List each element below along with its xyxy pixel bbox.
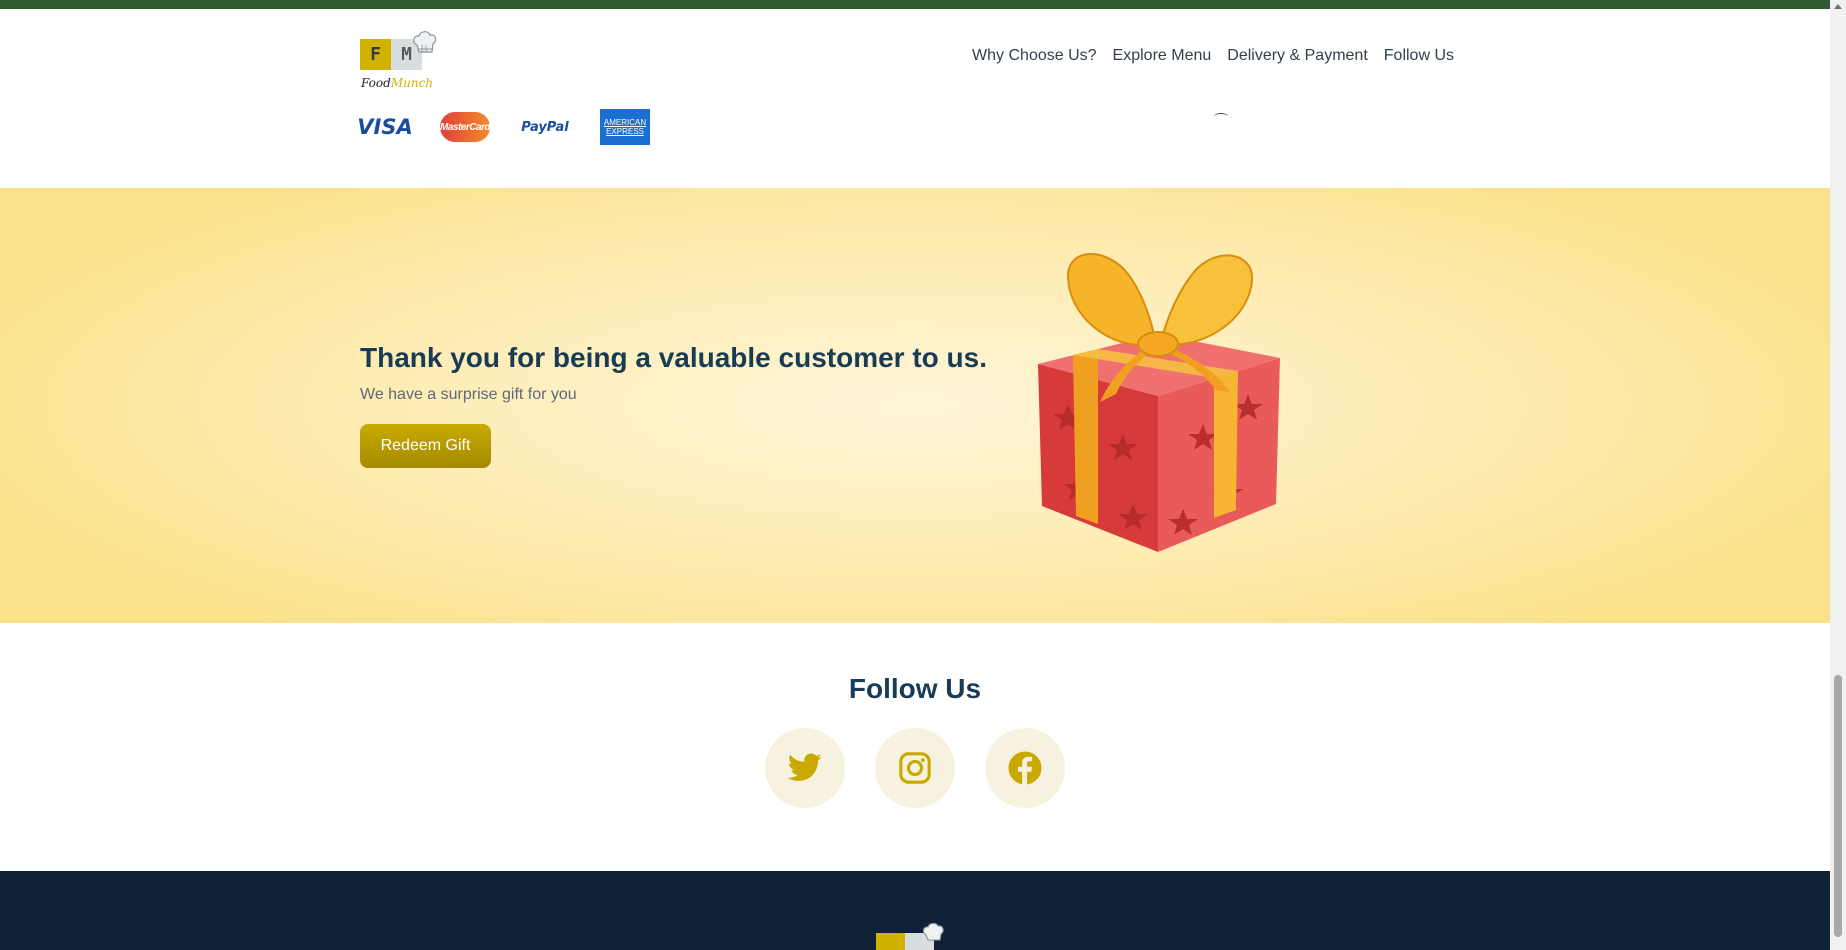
scroll-up-arrow-icon[interactable] <box>1834 4 1842 9</box>
gift-heading: Thank you for being a valuable customer … <box>360 342 988 373</box>
footer-logo <box>876 922 944 950</box>
gift-banner: Thank you for being a valuable customer … <box>0 188 1830 623</box>
mastercard-logo: MasterCard <box>440 112 491 142</box>
amex-logo: AMERICAN EXPRESS <box>600 109 650 145</box>
social-icons-row <box>765 728 1065 808</box>
gift-subtext: We have a surprise gift for you <box>360 386 577 403</box>
brand-name-food: Food <box>361 76 391 90</box>
brand-name-munch: Munch <box>390 76 434 90</box>
amex-line2: EXPRESS <box>606 127 644 136</box>
logo-letter-f: F <box>360 39 391 70</box>
brand-logo[interactable]: F M FoodMunch <box>360 28 450 102</box>
chef-hat-icon <box>413 31 437 53</box>
gift-box-image <box>1038 253 1280 552</box>
nav-links: Why Choose Us? Explore Menu Delivery & P… <box>964 47 1462 65</box>
redeem-gift-button[interactable]: Redeem Gift <box>360 424 491 468</box>
facebook-icon <box>1008 751 1042 785</box>
payment-logos: VISA MasterCard PayPal AMERICAN EXPRESS <box>357 109 680 145</box>
top-accent-bar <box>0 0 1830 9</box>
footer <box>0 871 1830 950</box>
nav-link-follow-us[interactable]: Follow Us <box>1376 47 1462 65</box>
page-scrollbar[interactable] <box>1830 0 1846 950</box>
instagram-button[interactable] <box>875 728 955 808</box>
follow-us-section: Follow Us <box>0 623 1830 871</box>
page: F M FoodMunch Why Choose Us? Explore Men… <box>0 0 1830 950</box>
nav-link-why-choose-us[interactable]: Why Choose Us? <box>964 47 1105 65</box>
facebook-button[interactable] <box>985 728 1065 808</box>
swoosh-mark <box>1214 113 1228 120</box>
instagram-icon <box>899 752 931 784</box>
nav-link-delivery-payment[interactable]: Delivery & Payment <box>1219 47 1376 65</box>
twitter-button[interactable] <box>765 728 845 808</box>
scrollbar-thumb[interactable] <box>1834 675 1842 937</box>
amex-line1: AMERICAN <box>603 118 647 127</box>
navbar: F M FoodMunch Why Choose Us? Explore Men… <box>0 9 1830 188</box>
twitter-icon <box>787 753 822 781</box>
brand-name: FoodMunch <box>361 76 433 90</box>
nav-link-explore-menu[interactable]: Explore Menu <box>1105 47 1220 65</box>
visa-logo: VISA <box>357 115 413 139</box>
follow-us-title: Follow Us <box>848 673 982 704</box>
paypal-logo: PayPal <box>521 119 569 135</box>
